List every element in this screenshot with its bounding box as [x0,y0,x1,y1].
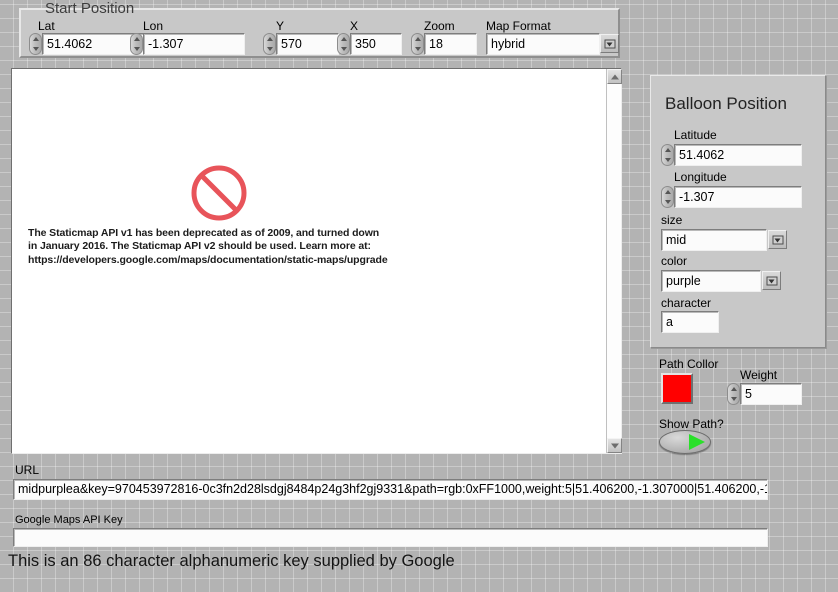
lon-input[interactable]: -1.307 [143,33,245,55]
color-dropdown-button[interactable] [762,271,781,290]
y-spinner[interactable] [263,33,276,55]
lon-label: Lon [143,19,164,33]
lon-spinner[interactable] [130,33,143,55]
size-label: size [661,213,683,227]
longitude-label: Longitude [674,170,727,184]
scroll-up-button[interactable] [607,69,622,84]
size-input[interactable]: mid [661,229,767,251]
url-label: URL [15,463,40,477]
scroll-down-button[interactable] [607,438,622,453]
y-input[interactable]: 570 [276,33,339,55]
lat-spinner[interactable] [29,33,42,55]
x-spinner[interactable] [337,33,350,55]
show-path-toggle[interactable] [659,430,711,454]
color-label: color [661,254,688,268]
chevron-down-icon [772,235,783,244]
y-label: Y [276,19,285,33]
character-label: character [661,296,712,310]
longitude-input[interactable]: -1.307 [674,186,802,208]
weight-label: Weight [740,368,778,382]
latitude-spinner[interactable] [661,144,674,166]
picture-vertical-scrollbar[interactable] [606,69,622,453]
chevron-down-icon [604,39,615,48]
api-key-input[interactable] [13,528,768,547]
character-input[interactable]: a [661,311,719,333]
api-key-note: This is an 86 character alphanumeric key… [8,552,455,570]
url-input[interactable]: midpurplea&key=970453972816-0c3fn2d28lsd… [13,479,768,500]
longitude-spinner[interactable] [661,186,674,208]
zoom-spinner[interactable] [411,33,424,55]
map-format-label: Map Format [486,19,551,33]
path-color-label: Path Collor [659,357,719,371]
no-entry-icon [191,165,247,221]
weight-spinner[interactable] [727,383,740,405]
deprecation-message: The Staticmap API v1 has been deprecated… [28,227,388,266]
show-path-label: Show Path? [659,417,724,431]
api-key-label: Google Maps API Key [15,514,123,526]
balloon-position-title: Balloon Position [665,94,787,113]
latitude-label: Latitude [674,128,717,142]
weight-input[interactable]: 5 [740,383,802,405]
x-input[interactable]: 350 [350,33,402,55]
latitude-input[interactable]: 51.4062 [674,144,802,166]
start-position-title: Start Position [45,0,135,17]
map-format-dropdown-button[interactable] [600,34,619,53]
map-format-input[interactable]: hybrid [486,33,600,55]
color-input[interactable]: purple [661,270,761,292]
zoom-label: Zoom [424,19,455,33]
lat-label: Lat [38,19,55,33]
size-dropdown-button[interactable] [768,230,787,249]
map-picture-indicator: The Staticmap API v1 has been deprecated… [11,68,622,454]
path-color-swatch[interactable] [661,373,693,404]
zoom-input[interactable]: 18 [424,33,477,55]
chevron-down-icon [766,276,777,285]
x-label: X [350,19,359,33]
